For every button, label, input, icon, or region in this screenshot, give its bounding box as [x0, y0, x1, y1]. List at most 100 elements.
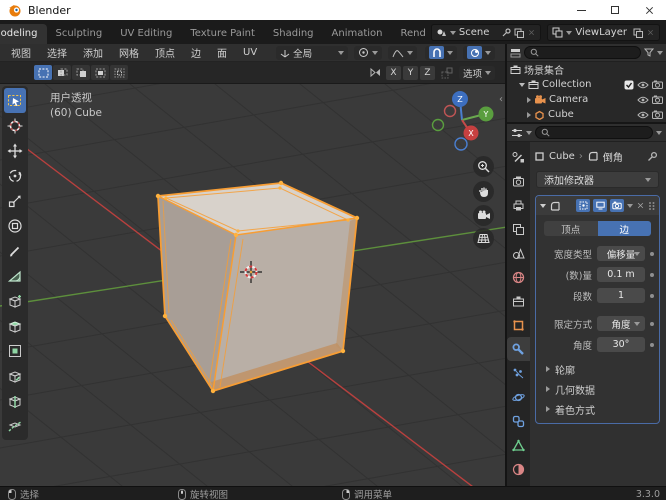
scene-selector[interactable]: Scene: [430, 24, 542, 41]
ortho-toggle-button[interactable]: [473, 228, 494, 249]
tool-transform[interactable]: [4, 213, 26, 238]
copy-icon[interactable]: [514, 28, 525, 38]
animate-decorator[interactable]: [650, 321, 654, 326]
copy-icon[interactable]: [633, 28, 643, 38]
realtime-display-toggle[interactable]: [593, 199, 607, 212]
menu-edge[interactable]: 边: [184, 45, 208, 60]
tab-rendering[interactable]: Rend: [392, 24, 428, 44]
properties-search-input[interactable]: [535, 126, 653, 139]
expand-icon[interactable]: [527, 96, 531, 103]
snap-with-group[interactable]: [463, 45, 496, 60]
viewlayer-selector[interactable]: ViewLayer: [547, 24, 660, 41]
outliner-row-cube[interactable]: Cube: [507, 107, 666, 122]
proportional-falloff-dropdown[interactable]: [388, 45, 418, 60]
editmode-display-toggle[interactable]: [576, 199, 590, 212]
tool-rotate[interactable]: [4, 163, 26, 188]
tab-modeling[interactable]: Modeling: [0, 24, 47, 44]
tab-shading[interactable]: Shading: [264, 24, 323, 44]
eye-icon[interactable]: [637, 111, 649, 119]
tab-output[interactable]: [507, 193, 530, 217]
orientation-dropdown[interactable]: 全局: [276, 45, 349, 60]
tool-move[interactable]: [4, 138, 26, 163]
pin-icon[interactable]: [647, 151, 658, 162]
outliner-editor-icon[interactable]: [510, 48, 521, 58]
tab-object[interactable]: [507, 313, 530, 337]
tab-vertices[interactable]: 顶点: [544, 221, 598, 236]
menu-select[interactable]: 选择: [40, 45, 74, 60]
tab-animation[interactable]: Animation: [323, 24, 392, 44]
select-mode-subtract[interactable]: [91, 65, 109, 80]
tool-add-cube[interactable]: [4, 288, 26, 313]
tab-collection[interactable]: [507, 289, 530, 313]
navigation-gizmo[interactable]: Z Y X: [428, 86, 504, 156]
amount-field[interactable]: 0.1 m: [597, 267, 645, 282]
extras-dropdown-icon[interactable]: [627, 203, 633, 208]
pivot-dropdown[interactable]: [354, 45, 383, 60]
menu-add[interactable]: 添加: [76, 45, 110, 60]
eye-icon[interactable]: [637, 81, 649, 89]
animate-decorator[interactable]: [650, 272, 654, 277]
close-button[interactable]: [632, 0, 666, 20]
segments-field[interactable]: 1: [597, 288, 645, 303]
tab-sculpting[interactable]: Sculpting: [47, 24, 112, 44]
tab-world[interactable]: [507, 265, 530, 289]
pan-button[interactable]: [473, 181, 494, 202]
select-mode-intersect[interactable]: [110, 65, 128, 80]
mirror-z-button[interactable]: Z: [419, 65, 435, 80]
render-display-toggle[interactable]: [610, 199, 624, 212]
snap-magnet-icon[interactable]: [429, 46, 445, 59]
tab-uv-editing[interactable]: UV Editing: [111, 24, 181, 44]
menu-face[interactable]: 面: [210, 45, 234, 60]
outliner-row-scene-collection[interactable]: 场景集合: [507, 62, 666, 77]
sidebar-collapse-arrow[interactable]: ‹: [499, 94, 503, 105]
checkbox-icon[interactable]: [624, 80, 634, 90]
add-modifier-button[interactable]: 添加修改器: [536, 171, 659, 188]
expand-icon[interactable]: [527, 111, 531, 118]
expand-icon[interactable]: [519, 82, 525, 87]
tab-object-data[interactable]: [507, 433, 530, 457]
tab-tool[interactable]: [507, 145, 530, 169]
tool-loop-cut[interactable]: [4, 388, 26, 413]
drag-handle-icon[interactable]: [648, 201, 655, 211]
menu-mesh[interactable]: 网格: [112, 45, 146, 60]
limit-method-dropdown[interactable]: 角度: [597, 316, 645, 331]
section-profile[interactable]: 轮廓: [536, 359, 659, 379]
collapse-icon[interactable]: [540, 203, 546, 208]
tab-view-layer[interactable]: [507, 217, 530, 241]
tool-bevel[interactable]: [4, 363, 26, 388]
render-visibility-icon[interactable]: [652, 95, 663, 104]
outliner-row-camera[interactable]: Camera: [507, 92, 666, 107]
tool-knife[interactable]: [4, 413, 26, 438]
tool-annotate[interactable]: [4, 238, 26, 263]
outliner-row-collection[interactable]: Collection: [507, 77, 666, 92]
properties-editor-icon[interactable]: [511, 128, 523, 138]
tab-material[interactable]: [507, 457, 530, 481]
section-shading[interactable]: 着色方式: [536, 399, 659, 419]
viewport-3d[interactable]: 用户透视 (60) Cube Z Y X ‹: [0, 84, 505, 486]
filter-icon[interactable]: [644, 48, 654, 57]
options-dropdown[interactable]: 选项: [458, 65, 495, 80]
tool-inset-faces[interactable]: [4, 338, 26, 363]
width-type-dropdown[interactable]: 偏移量: [597, 246, 645, 261]
animate-decorator[interactable]: [650, 342, 654, 347]
breadcrumb-modifier[interactable]: 倒角: [603, 149, 623, 164]
maximize-button[interactable]: [598, 0, 632, 20]
animate-decorator[interactable]: [650, 251, 654, 256]
tab-constraints[interactable]: [507, 409, 530, 433]
angle-field[interactable]: 30°: [597, 337, 645, 352]
menu-view[interactable]: 视图: [4, 45, 38, 60]
breadcrumb-object[interactable]: Cube: [549, 151, 575, 162]
tool-measure[interactable]: [4, 263, 26, 288]
tab-scene[interactable]: [507, 241, 530, 265]
mirror-x-button[interactable]: X: [385, 65, 401, 80]
zoom-button[interactable]: [473, 156, 494, 177]
tool-cursor[interactable]: [4, 113, 26, 138]
tab-texture-paint[interactable]: Texture Paint: [181, 24, 264, 44]
tab-physics[interactable]: [507, 385, 530, 409]
tab-particles[interactable]: [507, 361, 530, 385]
snap-individual-icon[interactable]: [441, 67, 453, 79]
menu-uv[interactable]: UV: [236, 47, 264, 58]
tab-render[interactable]: [507, 169, 530, 193]
tab-modifiers[interactable]: [507, 337, 530, 361]
outliner-search-input[interactable]: [524, 46, 641, 59]
